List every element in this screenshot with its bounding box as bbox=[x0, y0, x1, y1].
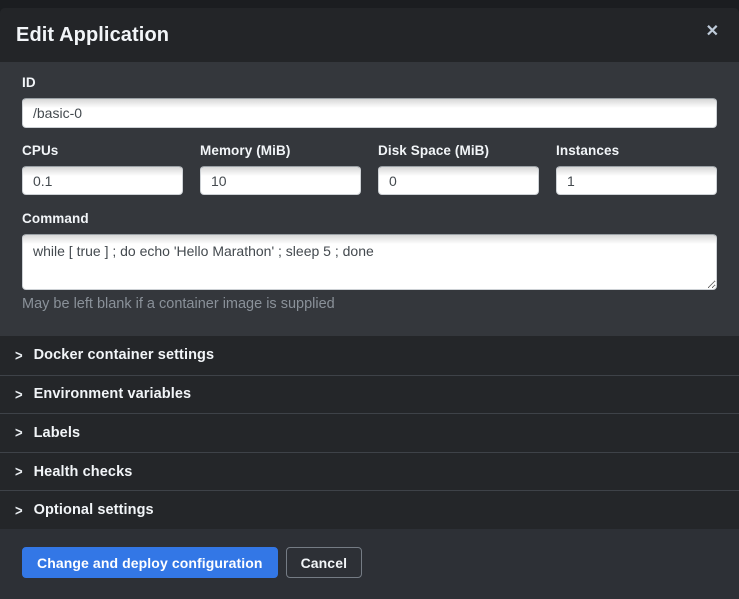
cpus-field-group: CPUs bbox=[22, 142, 183, 195]
instances-field-group: Instances bbox=[556, 142, 717, 195]
chevron-right-icon: > bbox=[15, 348, 23, 363]
section-label: Health checks bbox=[34, 464, 133, 480]
id-input[interactable] bbox=[22, 98, 717, 128]
section-label: Environment variables bbox=[34, 386, 192, 402]
command-help-text: May be left blank if a container image i… bbox=[22, 295, 717, 313]
disk-label: Disk Space (MiB) bbox=[378, 142, 539, 160]
memory-field-group: Memory (MiB) bbox=[200, 142, 361, 195]
section-docker-container-settings[interactable]: > Docker container settings bbox=[0, 336, 739, 375]
section-optional-settings[interactable]: > Optional settings bbox=[0, 490, 739, 529]
chevron-right-icon: > bbox=[15, 464, 23, 479]
chevron-right-icon: > bbox=[15, 503, 23, 518]
modal-header: Edit Application ✕ bbox=[0, 8, 739, 62]
command-textarea[interactable]: while [ true ] ; do echo 'Hello Marathon… bbox=[22, 234, 717, 290]
resources-row: CPUs Memory (MiB) Disk Space (MiB) Insta… bbox=[22, 142, 717, 195]
modal-body: ID CPUs Memory (MiB) Disk Space (MiB) In… bbox=[0, 62, 739, 336]
section-health-checks[interactable]: > Health checks bbox=[0, 452, 739, 491]
modal-title: Edit Application bbox=[16, 24, 169, 47]
memory-label: Memory (MiB) bbox=[200, 142, 361, 160]
change-and-deploy-button[interactable]: Change and deploy configuration bbox=[22, 547, 278, 578]
section-environment-variables[interactable]: > Environment variables bbox=[0, 375, 739, 414]
cpus-input[interactable] bbox=[22, 166, 183, 195]
page: { "modal": { "title": "Edit Application"… bbox=[0, 0, 739, 599]
id-label: ID bbox=[22, 74, 717, 92]
section-label: Docker container settings bbox=[34, 347, 215, 363]
disk-field-group: Disk Space (MiB) bbox=[378, 142, 539, 195]
chevron-right-icon: > bbox=[15, 426, 23, 441]
edit-application-modal: Edit Application ✕ ID CPUs Memory (MiB) … bbox=[0, 8, 739, 599]
command-field-group: Command while [ true ] ; do echo 'Hello … bbox=[22, 210, 717, 313]
instances-input[interactable] bbox=[556, 166, 717, 195]
id-field-group: ID bbox=[22, 74, 717, 128]
instances-label: Instances bbox=[556, 142, 717, 160]
close-icon[interactable]: ✕ bbox=[700, 20, 725, 44]
section-label: Optional settings bbox=[34, 502, 154, 518]
modal-footer: Change and deploy configuration Cancel bbox=[0, 529, 739, 599]
chevron-right-icon: > bbox=[15, 387, 23, 402]
memory-input[interactable] bbox=[200, 166, 361, 195]
cpus-label: CPUs bbox=[22, 142, 183, 160]
disk-input[interactable] bbox=[378, 166, 539, 195]
section-label: Labels bbox=[34, 425, 81, 441]
command-label: Command bbox=[22, 210, 717, 228]
accordion-sections: > Docker container settings > Environmen… bbox=[0, 336, 739, 529]
section-labels[interactable]: > Labels bbox=[0, 413, 739, 452]
cancel-button[interactable]: Cancel bbox=[286, 547, 363, 578]
